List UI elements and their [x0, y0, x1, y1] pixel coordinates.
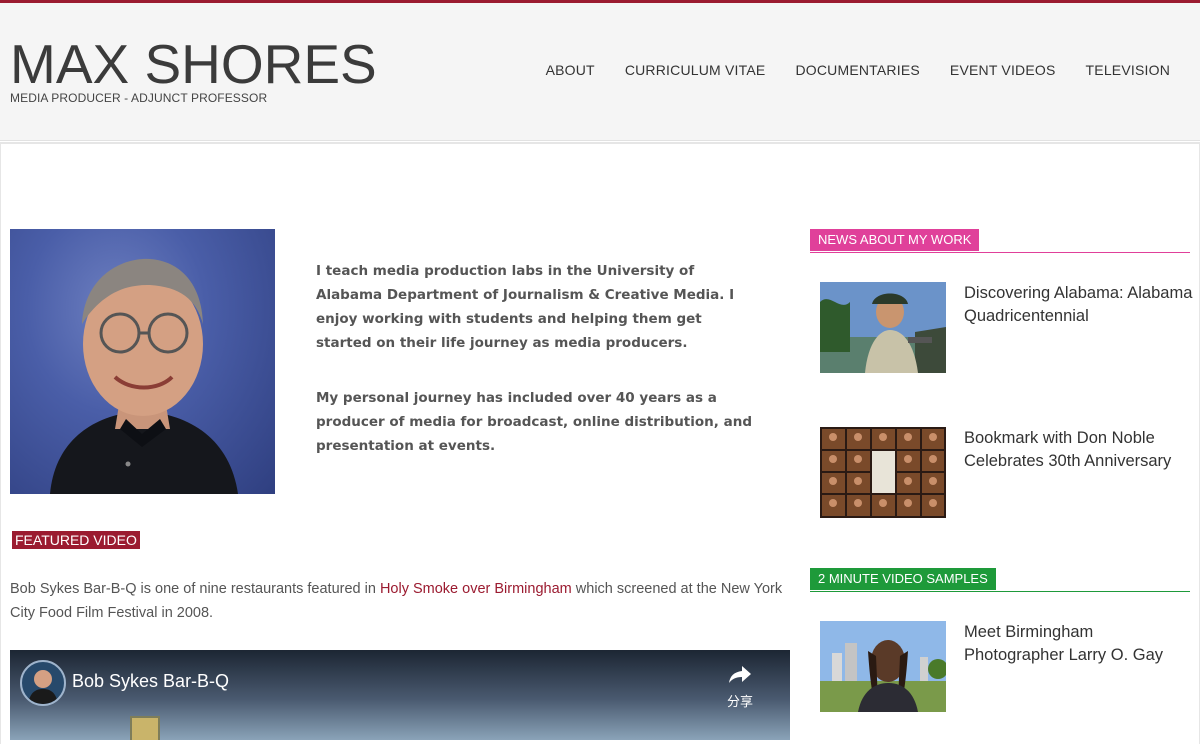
portrait-illustration — [50, 258, 238, 494]
site-tagline: MEDIA PRODUCER - ADJUNCT PROFESSOR — [10, 91, 268, 105]
video-title[interactable]: Bob Sykes Bar-B-Q — [72, 671, 229, 692]
sample-thumbnail-larry-gay — [820, 621, 946, 712]
sample-title[interactable]: Meet Birmingham Photographer Larry O. Ga… — [964, 621, 1194, 667]
news-thumbnail-bookmark — [820, 427, 946, 518]
channel-avatar[interactable] — [20, 660, 66, 706]
news-section-header: NEWS ABOUT MY WORK — [810, 229, 1190, 253]
share-label: 分享 — [726, 694, 753, 709]
featured-text-before: Bob Sykes Bar-B-Q is one of nine restaur… — [10, 581, 380, 597]
news-section-rule — [810, 252, 1190, 253]
news-thumbnail-discovering-alabama — [820, 282, 946, 373]
intro-text: I teach media production labs in the Uni… — [316, 259, 756, 489]
sample-thumbnail[interactable] — [820, 621, 946, 712]
share-icon — [729, 666, 751, 683]
holy-smoke-link[interactable]: Holy Smoke over Birmingham — [380, 581, 572, 597]
news-thumbnail[interactable] — [820, 427, 946, 518]
nav-about[interactable]: ABOUT — [546, 62, 595, 78]
main-nav: ABOUT CURRICULUM VITAE DOCUMENTARIES EVE… — [546, 62, 1170, 78]
site-header: MAX SHORES MEDIA PRODUCER - ADJUNCT PROF… — [0, 3, 1200, 141]
channel-avatar-illustration — [28, 670, 58, 704]
nav-curriculum-vitae[interactable]: CURRICULUM VITAE — [625, 62, 766, 78]
samples-section-header: 2 MINUTE VIDEO SAMPLES — [810, 568, 1190, 592]
featured-video-label: FEATURED VIDEO — [12, 531, 140, 549]
samples-section-rule — [810, 591, 1190, 592]
intro-paragraph-2: My personal journey has included over 40… — [316, 390, 752, 454]
nav-television[interactable]: TELEVISION — [1086, 62, 1170, 78]
news-section-label: NEWS ABOUT MY WORK — [810, 229, 980, 251]
share-button[interactable]: 分享 — [720, 664, 760, 710]
intro-paragraph-1: I teach media production labs in the Uni… — [316, 263, 735, 351]
video-embed[interactable]: Bob Sykes Bar-B-Q 分享 — [10, 650, 790, 740]
nav-documentaries[interactable]: DOCUMENTARIES — [795, 62, 919, 78]
site-title[interactable]: MAX SHORES — [10, 33, 377, 95]
nav-event-videos[interactable]: EVENT VIDEOS — [950, 62, 1056, 78]
news-thumbnail[interactable] — [820, 282, 946, 373]
portrait-photo — [10, 229, 275, 494]
video-frame-sign — [130, 716, 160, 740]
samples-section-label: 2 MINUTE VIDEO SAMPLES — [810, 568, 996, 590]
featured-description: Bob Sykes Bar-B-Q is one of nine restaur… — [10, 577, 800, 625]
news-title[interactable]: Bookmark with Don Noble Celebrates 30th … — [964, 427, 1194, 473]
news-title[interactable]: Discovering Alabama: Alabama Quadricente… — [964, 282, 1194, 328]
